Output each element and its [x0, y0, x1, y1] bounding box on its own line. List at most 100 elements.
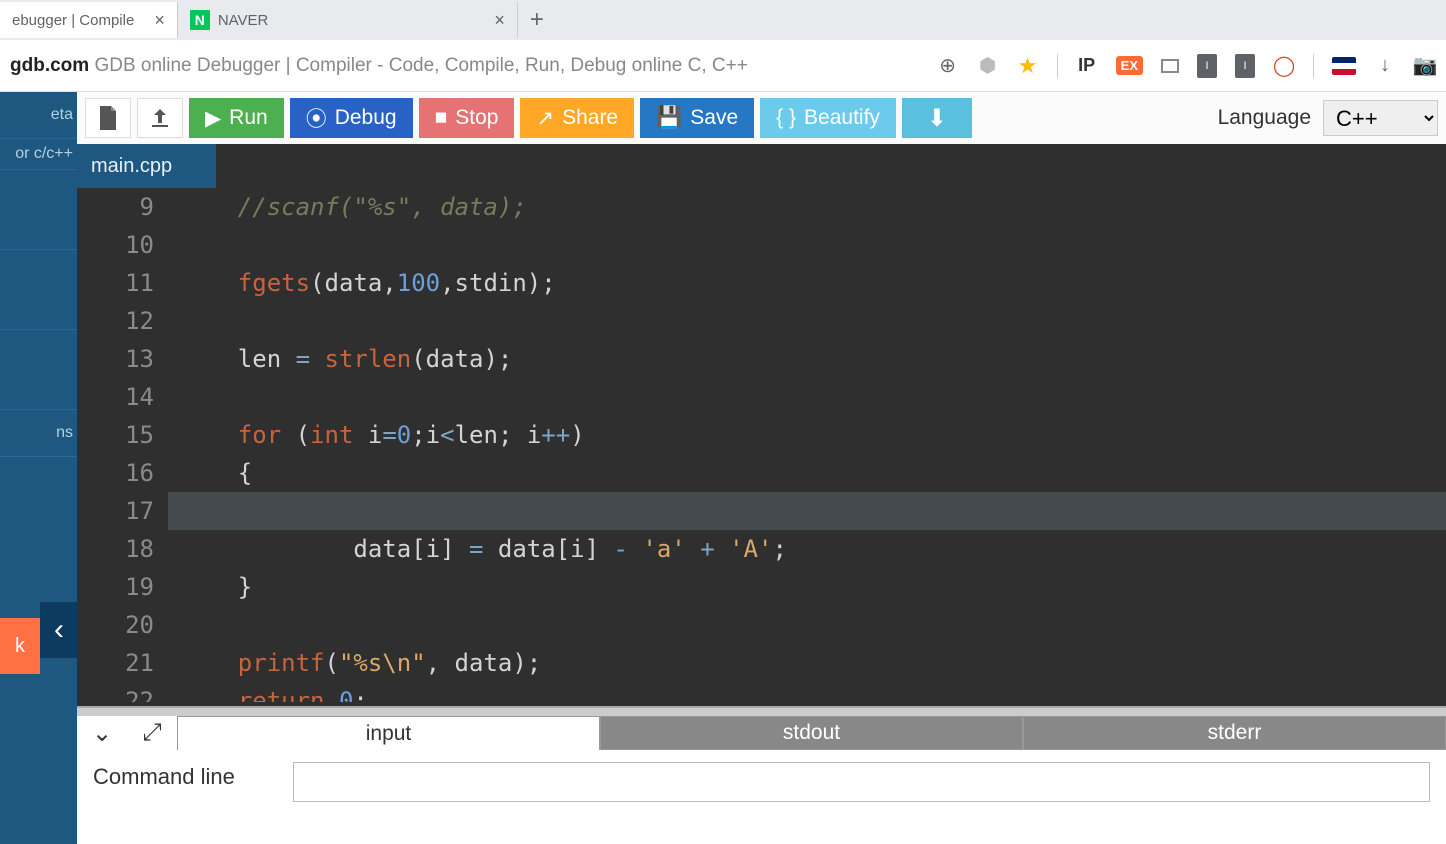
debug-button[interactable]: ⦿ Debug: [290, 98, 413, 138]
chevron-left-icon: ‹: [54, 613, 64, 647]
line-num: 20: [77, 606, 154, 644]
file-tabs: main.cpp: [77, 144, 1446, 188]
line-num: 14: [77, 378, 154, 416]
square-icon-2[interactable]: I: [1235, 54, 1255, 78]
run-label: Run: [229, 106, 268, 130]
naver-icon: N: [190, 10, 210, 30]
separator: [1313, 54, 1314, 78]
sidebar-blank3[interactable]: [0, 330, 77, 410]
sidebar-k[interactable]: k: [0, 618, 40, 674]
sidebar-collapse[interactable]: ‹: [40, 602, 78, 658]
save-button[interactable]: 💾 Save: [640, 98, 754, 138]
square-icon-1[interactable]: I: [1197, 54, 1217, 78]
command-line-label: Command line: [93, 762, 273, 792]
browser-tab-bar: ebugger | Compile × N NAVER × +: [0, 0, 1446, 40]
tab-stdout[interactable]: stdout: [600, 716, 1023, 750]
pocket-icon[interactable]: ⬢: [977, 55, 999, 77]
line-num: 18: [77, 530, 154, 568]
close-icon[interactable]: ×: [494, 10, 505, 31]
code-line-9: //scanf("%s", data);: [180, 188, 1446, 226]
code-line-10: [180, 226, 1446, 264]
circle-icon[interactable]: ◯: [1273, 55, 1295, 77]
panel-divider[interactable]: [77, 706, 1446, 716]
new-tab-button[interactable]: +: [518, 6, 556, 34]
chevron-down-icon[interactable]: ⌄: [77, 716, 127, 750]
line-highlight: [168, 492, 1446, 530]
new-file-button[interactable]: [85, 98, 131, 138]
download-icon[interactable]: ↓: [1374, 55, 1396, 77]
url-domain: gdb.com: [10, 55, 89, 76]
tab-stderr[interactable]: stderr: [1023, 716, 1446, 750]
command-line-input[interactable]: [293, 762, 1430, 802]
tab-label: ebugger | Compile: [12, 12, 134, 29]
line-num: 21: [77, 644, 154, 682]
debug-label: Debug: [335, 106, 397, 130]
save-icon: 💾: [656, 106, 682, 130]
share-label: Share: [562, 106, 618, 130]
ip-badge[interactable]: IP: [1076, 55, 1098, 77]
command-line-section: Command line: [77, 750, 1446, 844]
code-line-19: }: [180, 568, 1446, 606]
flag-icon[interactable]: [1332, 57, 1356, 75]
file-tab-main[interactable]: main.cpp: [77, 144, 216, 188]
tab-label: stderr: [1208, 721, 1262, 745]
zoom-icon[interactable]: ⊕: [937, 55, 959, 77]
close-icon[interactable]: ×: [154, 10, 165, 31]
language-select[interactable]: C++: [1323, 100, 1438, 136]
camera-icon[interactable]: 📷: [1414, 55, 1436, 77]
sidebar-blank2[interactable]: [0, 250, 77, 330]
share-icon: ↗: [536, 106, 554, 131]
gutter: 9 10 11 12 13 14 15 16 17 18 19 20 21 22: [77, 188, 168, 706]
line-num: 13: [77, 340, 154, 378]
code-line-21: printf("%s\n", data);: [180, 644, 1446, 682]
code-line-16: {: [180, 454, 1446, 492]
url-text: gdb.com GDB online Debugger | Compiler -…: [10, 55, 748, 77]
code-line-15: for (int i=0;i<len; i++): [180, 416, 1446, 454]
run-button[interactable]: ▶ Run: [189, 98, 284, 138]
braces-icon: { }: [776, 106, 796, 130]
line-num: 9: [77, 188, 154, 226]
io-tabs: ⌄ ⤢ input stdout stderr: [77, 716, 1446, 750]
sidebar-beta[interactable]: eta: [0, 92, 77, 139]
stop-button[interactable]: ■ Stop: [419, 98, 515, 138]
download-icon: ⬇: [927, 104, 947, 133]
debug-icon: ⦿: [306, 103, 327, 133]
file-tab-label: main.cpp: [91, 155, 172, 178]
line-num: 11: [77, 264, 154, 302]
code-line-14: [180, 378, 1446, 416]
screen-icon[interactable]: [1161, 59, 1179, 73]
beautify-button[interactable]: { } Beautify: [760, 98, 896, 138]
save-label: Save: [690, 106, 738, 130]
code-line-13: len = strlen(data);: [180, 340, 1446, 378]
stop-icon: ■: [435, 106, 448, 130]
download-button[interactable]: ⬇: [902, 98, 972, 138]
sidebar-cpp[interactable]: or c/c++: [0, 139, 77, 170]
sidebar-k-label: k: [15, 635, 25, 658]
browser-tab-1[interactable]: ebugger | Compile ×: [0, 2, 178, 38]
code-line-12: [180, 302, 1446, 340]
sidebar-ns[interactable]: ns: [0, 410, 77, 457]
line-num: 15: [77, 416, 154, 454]
line-num: 17: [77, 492, 154, 530]
star-icon[interactable]: ★: [1017, 55, 1039, 77]
line-num: 22: [77, 682, 154, 702]
code-area[interactable]: //scanf("%s", data); fgets(data,100,stdi…: [168, 188, 1446, 706]
line-num: 19: [77, 568, 154, 606]
sidebar-blank1[interactable]: [0, 170, 77, 250]
toolbar: ▶ Run ⦿ Debug ■ Stop ↗ Share 💾 Save { } …: [77, 92, 1446, 144]
tab-label: NAVER: [218, 12, 269, 29]
code-line-11: fgets(data,100,stdin);: [180, 264, 1446, 302]
share-button[interactable]: ↗ Share: [520, 98, 634, 138]
play-icon: ▶: [205, 106, 221, 131]
separator: [1057, 54, 1058, 78]
ex-badge[interactable]: EX: [1116, 56, 1143, 75]
browser-tab-2[interactable]: N NAVER ×: [178, 2, 518, 38]
expand-icon[interactable]: ⤢: [127, 716, 177, 750]
tab-input[interactable]: input: [177, 716, 600, 750]
upload-button[interactable]: [137, 98, 183, 138]
tab-label: stdout: [783, 721, 840, 745]
code-editor[interactable]: 9 10 11 12 13 14 15 16 17 18 19 20 21 22…: [77, 188, 1446, 706]
code-line-18: data[i] = data[i] - 'a' + 'A';: [180, 530, 1446, 568]
beautify-label: Beautify: [804, 106, 880, 130]
code-line-20: [180, 606, 1446, 644]
